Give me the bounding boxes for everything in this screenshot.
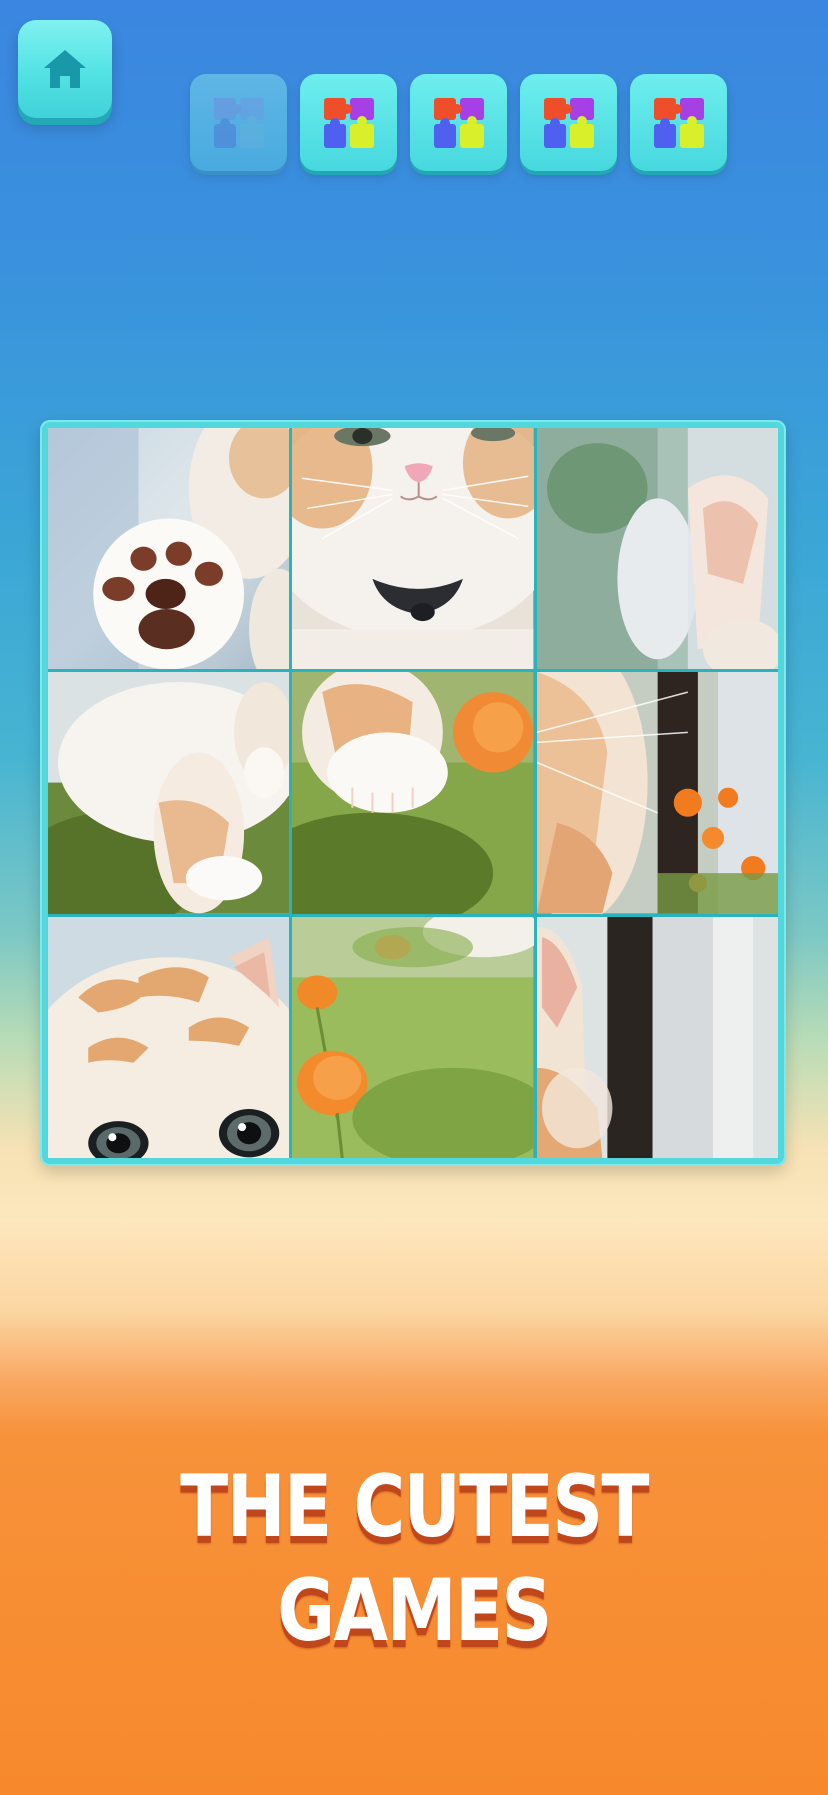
- puzzle-tile[interactable]: [48, 672, 290, 914]
- puzzle-tile[interactable]: [48, 916, 290, 1158]
- tile-image: [48, 672, 290, 914]
- tile-image: [292, 916, 534, 1158]
- puzzle-icon: [323, 97, 374, 148]
- home-icon: [44, 50, 86, 88]
- tile-image: [48, 428, 290, 670]
- puzzle-grid: [48, 428, 778, 1158]
- tagline-line-2: GAMES: [277, 1561, 552, 1661]
- tile-image: [48, 916, 290, 1158]
- puzzle-tile[interactable]: [536, 672, 778, 914]
- level-badge-3[interactable]: [410, 74, 507, 171]
- tile-image: [536, 428, 778, 670]
- level-badge-2[interactable]: [300, 74, 397, 171]
- puzzle-tile[interactable]: [536, 916, 778, 1158]
- puzzle-tile[interactable]: [292, 916, 534, 1158]
- puzzle-tile[interactable]: [292, 672, 534, 914]
- promo-tagline: THE CUTEST GAMES: [75, 1455, 754, 1663]
- puzzle-icon: [543, 97, 594, 148]
- puzzle-tile[interactable]: [292, 428, 534, 670]
- puzzle-icon: [433, 97, 484, 148]
- puzzle-icon: [653, 97, 704, 148]
- level-progress: [190, 74, 727, 171]
- level-badge-5[interactable]: [630, 74, 727, 171]
- home-button[interactable]: [18, 20, 112, 118]
- tagline-line-1: THE CUTEST: [180, 1457, 649, 1557]
- puzzle-icon: [213, 97, 264, 148]
- tile-image: [536, 672, 778, 914]
- puzzle-tile[interactable]: [536, 428, 778, 670]
- tile-image: [292, 428, 534, 670]
- puzzle-tile[interactable]: [48, 428, 290, 670]
- tile-image: [536, 916, 778, 1158]
- puzzle-board: [40, 420, 786, 1166]
- tile-image: [292, 672, 534, 914]
- level-badge-1[interactable]: [190, 74, 287, 171]
- level-badge-4[interactable]: [520, 74, 617, 171]
